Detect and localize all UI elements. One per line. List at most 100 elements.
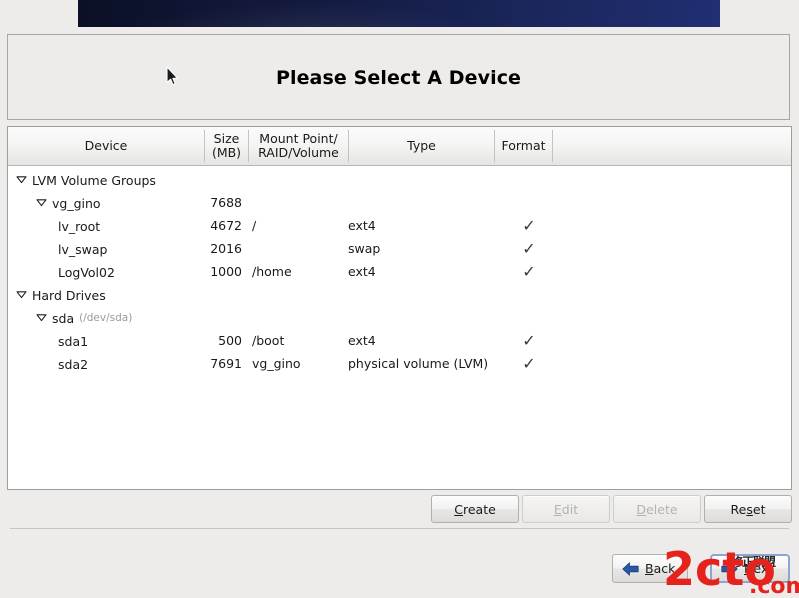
cell-device-name: sda2	[58, 357, 89, 372]
expand-triangle-icon[interactable]	[16, 290, 27, 301]
expand-triangle-icon[interactable]	[36, 313, 47, 324]
column-header-type[interactable]: Type	[349, 127, 494, 165]
column-divider-5[interactable]	[552, 130, 553, 162]
cell-size: 7691	[210, 356, 242, 371]
table-row[interactable]: Hard Drives	[8, 283, 791, 306]
cell-mount-point: /boot	[252, 333, 285, 348]
table-row[interactable]: lv_root 4672 / ext4 ✓	[8, 214, 791, 237]
column-header-mount-label-line1: Mount Point/	[259, 131, 338, 146]
edit-button: Edit	[522, 495, 610, 523]
cell-device-path: (/dev/sda)	[79, 312, 133, 324]
page-title: Please Select A Device	[275, 67, 522, 89]
column-header-size-label-line1: Size	[213, 131, 240, 146]
cell-device-name: LVM Volume Groups	[32, 173, 156, 188]
column-header-mount-label-line2: RAID/Volume	[258, 145, 339, 160]
column-header-mount-point[interactable]: Mount Point/ RAID/Volume	[249, 127, 348, 165]
cell-format	[514, 168, 544, 191]
back-button[interactable]: Back	[612, 554, 688, 583]
cell-type: ext4	[348, 218, 376, 233]
cell-size: 500	[218, 333, 242, 348]
format-check-icon[interactable]: ✓	[522, 262, 535, 281]
cell-type: physical volume (LVM)	[348, 356, 489, 371]
cell-size	[180, 306, 242, 329]
column-header-size[interactable]: Size (MB)	[205, 127, 248, 165]
table-header-row: Device Size (MB) Mount Point/ RAID/Volum…	[8, 127, 791, 166]
table-row[interactable]: sda1 500/boot ext4 ✓	[8, 329, 791, 352]
delete-button: Delete	[613, 495, 701, 523]
table-row[interactable]: vg_gino 7688	[8, 191, 791, 214]
format-check-icon[interactable]: ✓	[522, 331, 535, 350]
expand-triangle-icon[interactable]	[36, 198, 47, 209]
navigation-button-bar: Back Next	[0, 554, 799, 584]
edit-button-label: Edit	[553, 501, 579, 517]
cell-type: ext4	[348, 264, 376, 279]
cell-device-name: LogVol02	[58, 265, 115, 280]
create-button[interactable]: Create	[431, 495, 519, 523]
reset-button-label: Reset	[730, 501, 766, 517]
cell-device: lv_swap	[58, 237, 107, 260]
cell-mount-point: /	[252, 218, 257, 233]
column-header-format-label: Format	[501, 138, 546, 153]
cell-device-name: sda1	[58, 334, 89, 349]
table-row[interactable]: sda2 7691 vg_gino physical volume (LVM) ✓	[8, 352, 791, 375]
cell-format	[514, 283, 544, 306]
table-row[interactable]: LogVol02 1000/home ext4 ✓	[8, 260, 791, 283]
device-table-body[interactable]: LVM Volume Groups vg_gino 7688 lv_root 4672 /…	[8, 166, 791, 489]
column-header-device[interactable]: Device	[8, 127, 204, 165]
cell-size: 1000	[210, 264, 242, 279]
format-check-icon[interactable]: ✓	[522, 239, 535, 258]
reset-button[interactable]: Reset	[704, 495, 792, 523]
cell-size	[180, 168, 242, 191]
format-check-icon[interactable]: ✓	[522, 216, 535, 235]
column-header-size-label-line2: (MB)	[211, 145, 242, 160]
cell-format	[514, 306, 544, 329]
cell-device: sda2	[58, 352, 88, 375]
cell-device: LVM Volume Groups	[16, 168, 156, 191]
back-button-label: Back	[645, 561, 676, 576]
cell-device: lv_root	[58, 214, 100, 237]
table-row[interactable]: sda (/dev/sda)	[8, 306, 791, 329]
create-button-label: Create	[454, 501, 496, 517]
expand-triangle-icon[interactable]	[16, 175, 27, 186]
cell-mount-point: vg_gino	[252, 356, 301, 371]
arrow-left-icon	[622, 561, 639, 576]
cell-device: Hard Drives	[16, 283, 106, 306]
delete-button-label: Delete	[636, 501, 678, 517]
cell-device: sda (/dev/sda)	[36, 306, 132, 329]
cell-type: ext4	[348, 333, 376, 348]
cell-device: LogVol02	[58, 260, 115, 283]
device-table-panel[interactable]: Device Size (MB) Mount Point/ RAID/Volum…	[7, 126, 792, 490]
cell-format: ✓	[514, 237, 544, 260]
table-row[interactable]: lv_swap 2016 swap ✓	[8, 237, 791, 260]
column-header-format[interactable]: Format	[495, 127, 552, 165]
cell-size: 2016	[210, 241, 242, 256]
cell-device-name: vg_gino	[52, 196, 101, 211]
cell-mount-point: /home	[252, 264, 292, 279]
cell-size	[180, 283, 242, 306]
cell-device-name: Hard Drives	[32, 288, 106, 303]
format-check-icon[interactable]: ✓	[522, 354, 535, 373]
banner-swoosh	[78, 0, 720, 27]
cell-device: sda1	[58, 329, 88, 352]
next-button-label: Next	[744, 561, 774, 576]
cell-size: 4672	[210, 218, 242, 233]
cell-device: vg_gino	[36, 191, 101, 214]
cell-device-name: lv_root	[58, 219, 101, 234]
cell-format: ✓	[514, 352, 544, 375]
cell-format: ✓	[514, 214, 544, 237]
column-header-type-label: Type	[407, 138, 436, 153]
next-button[interactable]: Next	[710, 554, 790, 583]
cell-type: swap	[348, 241, 381, 256]
title-panel: Please Select A Device	[7, 34, 790, 120]
table-row[interactable]: LVM Volume Groups	[8, 168, 791, 191]
cell-format: ✓	[514, 260, 544, 283]
cell-device-name: sda	[52, 311, 75, 326]
top-banner	[78, 0, 720, 27]
cell-device-name: lv_swap	[58, 242, 108, 257]
action-button-bar: Create Edit Delete Reset	[0, 495, 799, 525]
cell-format	[514, 191, 544, 214]
footer-separator	[10, 528, 789, 529]
column-header-device-label: Device	[84, 138, 128, 153]
cell-format: ✓	[514, 329, 544, 352]
cell-size: 7688	[210, 195, 242, 210]
